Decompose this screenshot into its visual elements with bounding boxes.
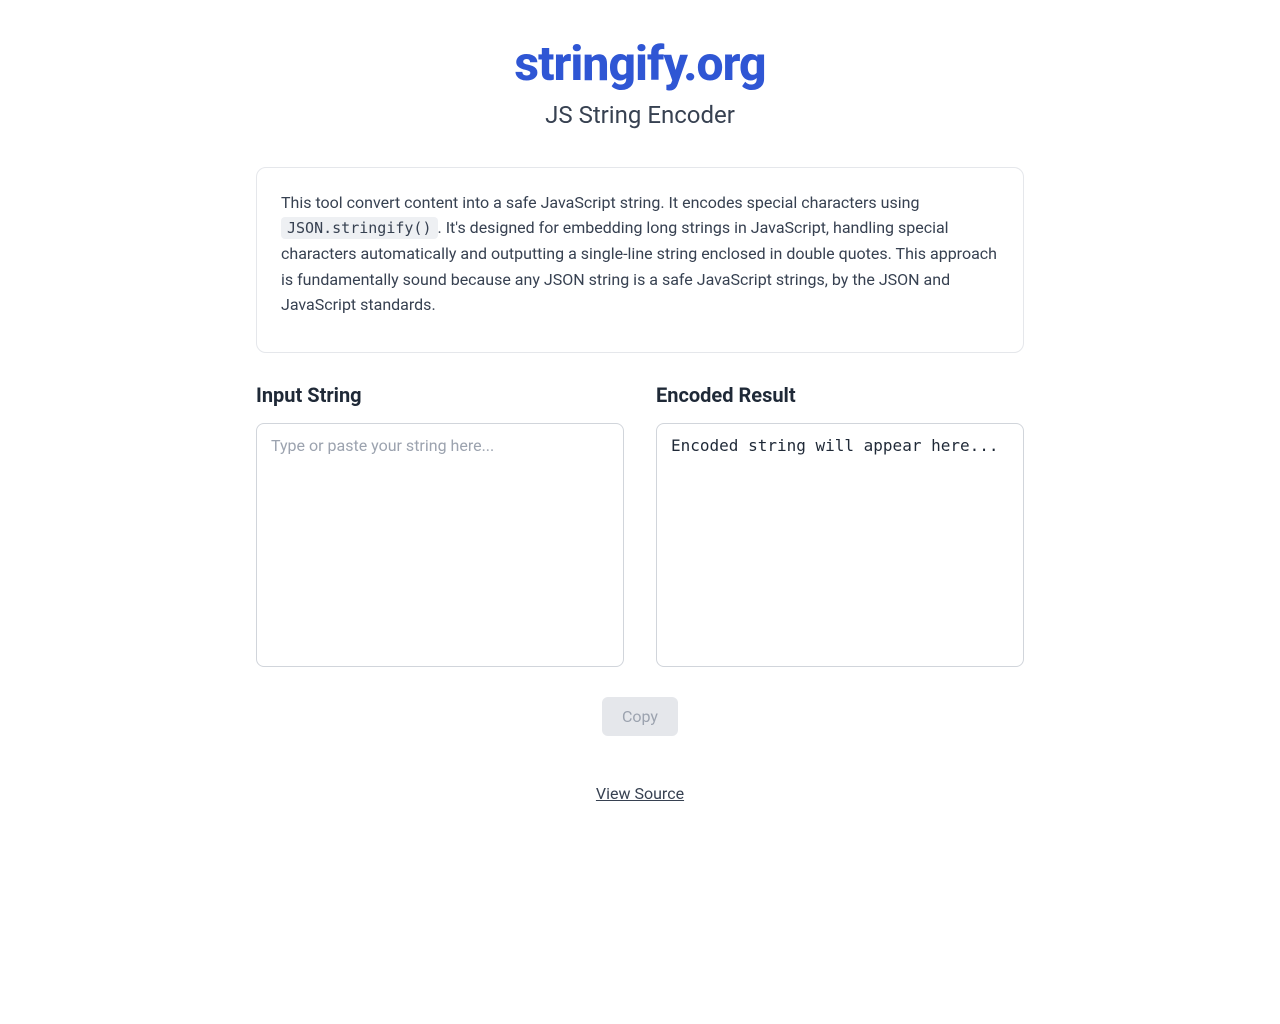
copy-button[interactable]: Copy — [602, 697, 678, 736]
description-text: This tool convert content into a safe Ja… — [281, 190, 999, 318]
input-heading: Input String — [256, 383, 624, 407]
description-box: This tool convert content into a safe Ja… — [256, 167, 1024, 353]
output-panel: Encoded Result Encoded string will appea… — [656, 383, 1024, 667]
output-box: Encoded string will appear here... — [656, 423, 1024, 667]
page-subtitle: JS String Encoder — [256, 101, 1024, 129]
button-row: Copy — [256, 697, 1024, 736]
page-title: stringify.org — [256, 38, 1024, 91]
description-before: This tool convert content into a safe Ja… — [281, 193, 919, 212]
description-code: JSON.stringify() — [281, 217, 438, 239]
view-source-link[interactable]: View Source — [596, 784, 684, 803]
input-textarea[interactable] — [256, 423, 624, 667]
footer-link-row: View Source — [256, 784, 1024, 803]
input-panel: Input String — [256, 383, 624, 667]
panels-row: Input String Encoded Result Encoded stri… — [256, 383, 1024, 667]
output-heading: Encoded Result — [656, 383, 1024, 407]
